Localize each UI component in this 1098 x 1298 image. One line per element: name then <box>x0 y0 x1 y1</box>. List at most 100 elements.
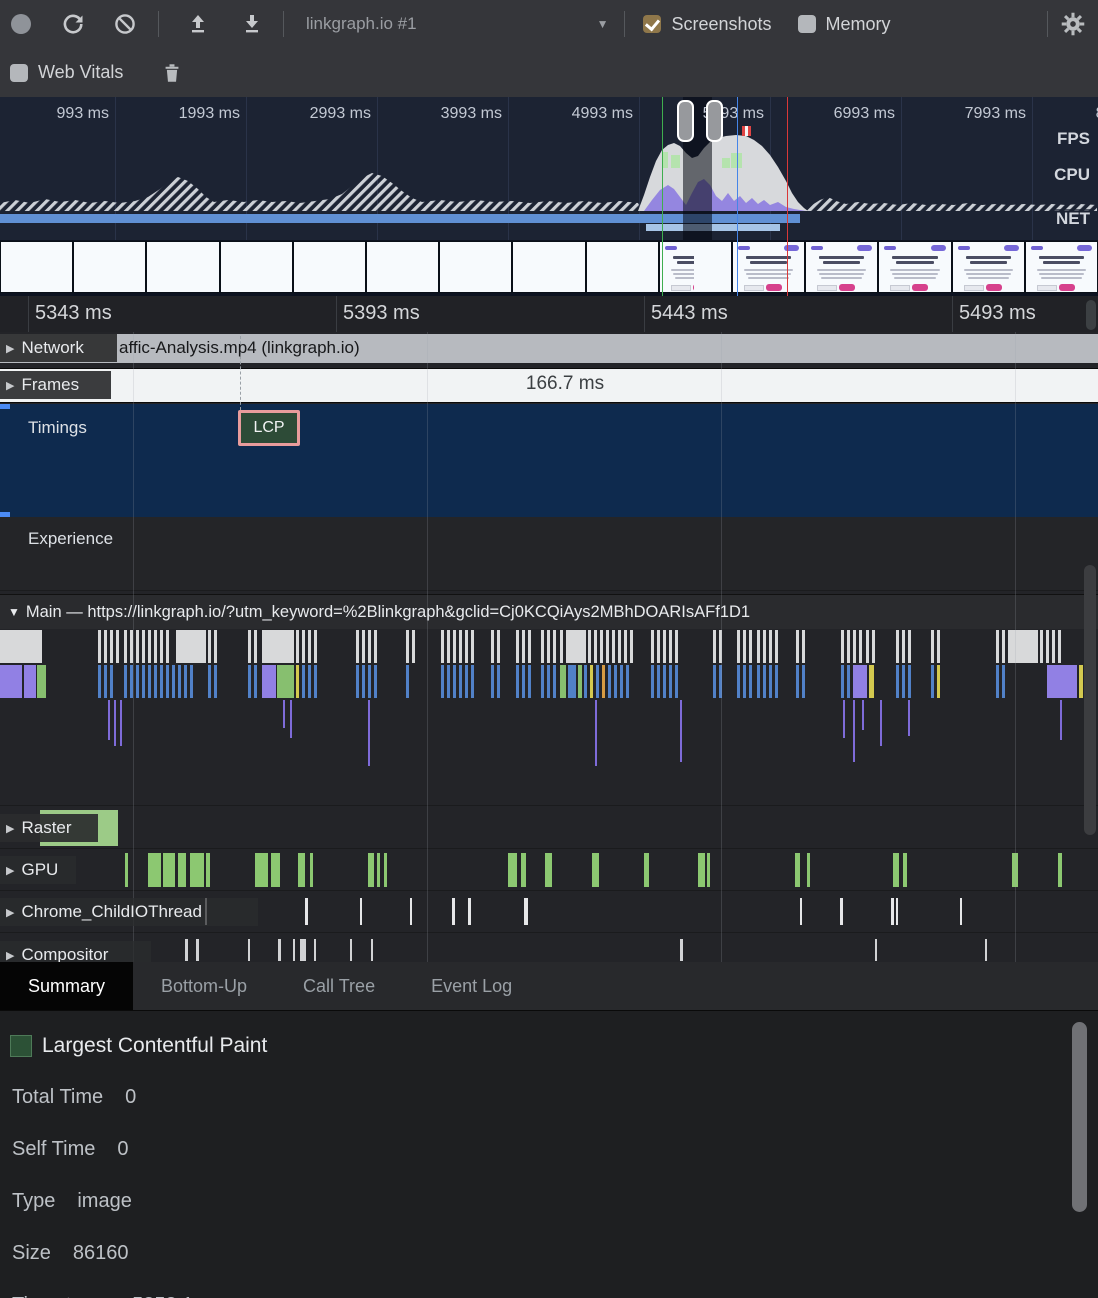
flame-activity-bar[interactable] <box>110 665 113 698</box>
flame-activity-bar[interactable] <box>651 665 654 698</box>
flame-activity-bar[interactable] <box>262 665 276 698</box>
flame-activity-bar[interactable] <box>356 665 359 698</box>
flame-task-bar[interactable] <box>853 630 856 663</box>
web-vitals-checkbox-label[interactable]: Web Vitals <box>38 62 123 83</box>
flame-activity-bar[interactable] <box>847 665 850 698</box>
flame-task-bar[interactable] <box>308 630 311 663</box>
flame-task-bar[interactable] <box>847 630 850 663</box>
flame-task-bar[interactable] <box>763 630 766 663</box>
flame-activity-bar[interactable] <box>578 665 582 698</box>
flame-task-bar[interactable] <box>148 630 151 663</box>
flame-task-bar[interactable] <box>600 630 603 663</box>
flame-activity-bar[interactable] <box>608 665 611 698</box>
flame-task-bar[interactable] <box>142 630 145 663</box>
flame-activity-bar[interactable] <box>541 665 544 698</box>
flame-activity-bar[interactable] <box>98 665 101 698</box>
flame-activity-bar[interactable] <box>737 665 740 698</box>
flame-task-bar[interactable] <box>1040 630 1043 663</box>
io-task-bar[interactable] <box>452 898 455 925</box>
flame-task-bar[interactable] <box>657 630 660 663</box>
gpu-task-bar[interactable] <box>807 853 810 887</box>
flame-descendant-bar[interactable] <box>120 700 122 746</box>
flame-activity-bar[interactable] <box>937 665 940 698</box>
flame-task-bar[interactable] <box>757 630 760 663</box>
flame-activity-bar[interactable] <box>590 665 593 698</box>
flame-activity-bar[interactable] <box>214 665 217 698</box>
flame-activity-bar[interactable] <box>277 665 294 698</box>
gpu-task-bar[interactable] <box>125 853 128 887</box>
io-task-bar[interactable] <box>891 898 894 925</box>
screenshot-thumbnail[interactable] <box>586 241 659 293</box>
flame-activity-bar[interactable] <box>1079 665 1083 698</box>
screenshot-thumbnail[interactable] <box>512 241 585 293</box>
load-profile-button[interactable] <box>181 7 215 41</box>
flame-task-bar[interactable] <box>769 630 772 663</box>
flame-task-bar[interactable] <box>314 630 317 663</box>
gpu-task-bar[interactable] <box>255 853 268 887</box>
flame-activity-bar[interactable] <box>160 665 163 698</box>
flame-task-bar[interactable] <box>802 630 805 663</box>
flame-activity-bar[interactable] <box>172 665 175 698</box>
flame-activity-bar[interactable] <box>663 665 666 698</box>
flame-descendant-bar[interactable] <box>108 700 110 740</box>
screenshot-thumbnail[interactable] <box>659 241 732 293</box>
collapse-arrow-icon[interactable]: ▶ <box>6 822 14 835</box>
flame-activity-bar[interactable] <box>584 665 587 698</box>
flame-task-bar[interactable] <box>447 630 450 663</box>
web-vitals-checkbox[interactable] <box>10 64 28 82</box>
timings-track[interactable]: Timings LCP <box>0 404 1098 517</box>
gpu-task-bar[interactable] <box>707 853 710 887</box>
screenshot-thumbnail[interactable] <box>1025 241 1098 293</box>
flame-task-bar[interactable] <box>374 630 377 663</box>
save-profile-button[interactable] <box>235 7 269 41</box>
collapse-arrow-icon[interactable]: ▶ <box>6 864 14 877</box>
screenshot-thumbnail[interactable] <box>293 241 366 293</box>
expand-arrow-icon[interactable]: ▼ <box>8 605 20 619</box>
flame-task-bar[interactable] <box>1046 630 1049 663</box>
flame-task-bar[interactable] <box>872 630 875 663</box>
flame-activity-bar[interactable] <box>471 665 474 698</box>
compositor-track[interactable]: ▶ Compositor <box>0 932 1098 962</box>
flame-activity-bar[interactable] <box>368 665 371 698</box>
io-task-bar[interactable] <box>960 898 962 925</box>
flame-descendant-bar[interactable] <box>368 700 370 766</box>
screenshot-thumbnail[interactable] <box>366 241 439 293</box>
flame-task-bar[interactable] <box>465 630 468 663</box>
flame-task-bar[interactable] <box>737 630 740 663</box>
compositor-task-bar[interactable] <box>350 939 352 961</box>
compositor-task-bar[interactable] <box>371 939 373 961</box>
screenshot-thumbnail[interactable] <box>805 241 878 293</box>
flame-activity-bar[interactable] <box>178 665 181 698</box>
gpu-task-bar[interactable] <box>271 853 280 887</box>
track-header-chrome-child-io[interactable]: ▶ Chrome_ChildIOThread <box>0 898 258 926</box>
flame-task-bar[interactable] <box>412 630 415 663</box>
experience-track[interactable]: Experience <box>0 517 1098 591</box>
flame-task-bar[interactable] <box>594 630 597 663</box>
flame-task-bar[interactable] <box>262 630 294 663</box>
flame-activity-bar[interactable] <box>497 665 500 698</box>
flame-activity-bar[interactable] <box>602 665 605 698</box>
flame-activity-bar[interactable] <box>0 665 22 698</box>
flame-task-bar[interactable] <box>214 630 217 663</box>
collapse-arrow-icon[interactable]: ▶ <box>6 949 14 962</box>
timeline-overview[interactable]: 993 ms1993 ms2993 ms3993 ms4993 ms5993 m… <box>0 97 1098 240</box>
lcp-timing-badge[interactable]: LCP <box>238 410 300 446</box>
gpu-task-bar[interactable] <box>545 853 552 887</box>
flame-activity-bar[interactable] <box>675 665 678 698</box>
flame-activity-bar[interactable] <box>104 665 107 698</box>
compositor-task-bar[interactable] <box>680 939 683 961</box>
io-task-bar[interactable] <box>468 898 471 925</box>
memory-checkbox[interactable] <box>798 15 816 33</box>
flame-activity-bar[interactable] <box>447 665 450 698</box>
flame-task-bar[interactable] <box>356 630 359 663</box>
tab-event-log[interactable]: Event Log <box>403 962 540 1010</box>
track-header-network[interactable]: ▶ Network <box>0 334 117 362</box>
flame-task-bar[interactable] <box>612 630 615 663</box>
gpu-task-bar[interactable] <box>644 853 649 887</box>
flame-task-bar[interactable] <box>937 630 940 663</box>
flame-task-bar[interactable] <box>1008 630 1038 663</box>
screenshots-checkbox-label[interactable]: Screenshots <box>671 14 771 35</box>
flame-activity-bar[interactable] <box>24 665 36 698</box>
flame-activity-bar[interactable] <box>166 665 169 698</box>
compositor-task-bar[interactable] <box>985 939 987 961</box>
